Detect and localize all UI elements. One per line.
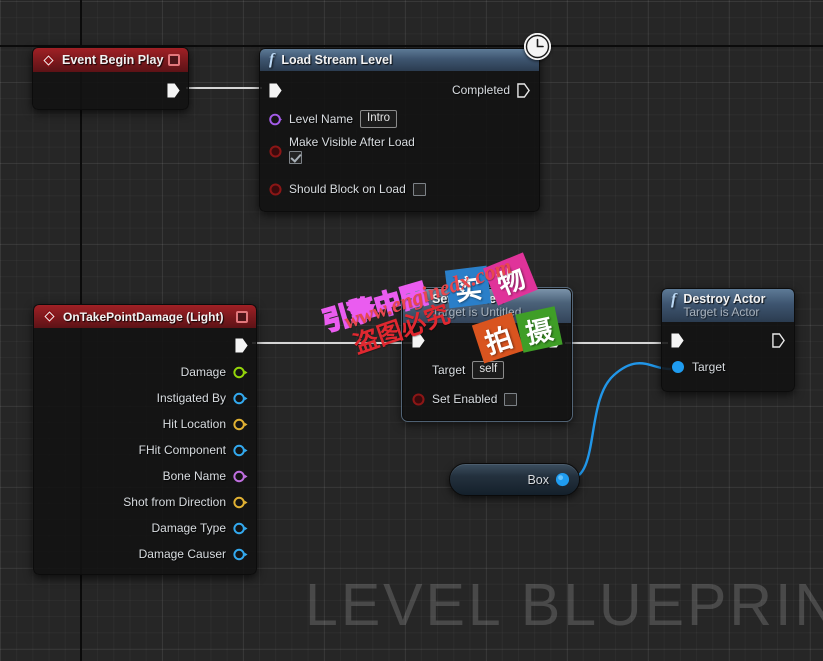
node-set-enabled[interactable]: Set Enabled Target is Untitled Target se… [402, 288, 572, 421]
pin-row-damage[interactable]: Damage [42, 359, 248, 385]
pin-row-exec [671, 329, 785, 351]
exec-out-pin-icon[interactable] [167, 83, 180, 98]
pin-row-bone-name[interactable]: Bone Name [42, 463, 248, 489]
pin-row-exec: Completed [269, 79, 530, 101]
node-body [32, 72, 189, 110]
vector-pin-icon[interactable] [233, 496, 248, 509]
boolean-pin-icon[interactable] [269, 182, 282, 196]
pin-row-instigated-by[interactable]: Instigated By [42, 385, 248, 411]
exec-out-pin-icon[interactable] [517, 82, 530, 98]
node-header: f Destroy Actor Target is Actor [661, 288, 795, 322]
pin-row-should-block[interactable]: Should Block on Load [269, 179, 530, 199]
pin-label: Damage [180, 365, 226, 379]
node-box-variable[interactable]: Box [449, 463, 580, 496]
exec-in-pin-icon[interactable] [671, 333, 684, 348]
event-diamond-icon [42, 53, 55, 67]
boolean-pin-icon[interactable] [269, 145, 282, 158]
object-pin-icon[interactable] [555, 472, 570, 487]
pin-row-level-name[interactable]: Level Name Intro [269, 109, 530, 129]
pin-row-exec-out[interactable] [167, 80, 180, 100]
pin-row-shot-from-direction[interactable]: Shot from Direction [42, 489, 248, 515]
pin-label: Bone Name [162, 469, 226, 483]
pin-row-exec-out[interactable] [42, 334, 248, 356]
pin-label-make-visible: Make Visible After Load [289, 135, 415, 149]
pin-row-target[interactable]: Target self [412, 360, 562, 380]
node-header: Set Enabled Target is Untitled [402, 288, 572, 323]
pin-label: Instigated By [156, 391, 226, 405]
node-title: Set Enabled [432, 292, 504, 306]
exec-out-pin-icon[interactable] [772, 332, 785, 348]
name-pin-icon[interactable] [269, 113, 282, 126]
node-title: OnTakePointDamage (Light) [63, 309, 224, 324]
pin-row-hit-location[interactable]: Hit Location [42, 411, 248, 437]
pin-row-make-visible[interactable]: Make Visible After Load [269, 135, 530, 171]
pin-label-target: Target [692, 360, 726, 374]
pin-row-set-enabled[interactable]: Set Enabled [412, 389, 562, 409]
node-on-take-point-damage[interactable]: OnTakePointDamage (Light) Damage Instigat… [33, 304, 257, 575]
object-pin-icon[interactable] [233, 548, 248, 561]
vector-pin-icon[interactable] [233, 418, 248, 431]
pin-label-level-name: Level Name [289, 112, 354, 126]
wire-box-to-destroyactor-target [568, 362, 672, 481]
exec-out-pin-icon[interactable] [549, 333, 562, 348]
object-pin-icon[interactable] [233, 522, 248, 535]
function-f-icon: f [269, 51, 275, 68]
object-pin-icon[interactable] [233, 444, 248, 457]
node-body: Damage Instigated By Hit Location FHit Comp… [33, 328, 257, 575]
boolean-pin-icon[interactable] [412, 392, 425, 406]
set-enabled-checkbox[interactable] [504, 392, 518, 406]
exec-in-pin-icon[interactable] [412, 333, 425, 348]
object-pin-icon[interactable] [671, 360, 685, 374]
pin-row-fhit-component[interactable]: FHit Component [42, 437, 248, 463]
node-title: Load Stream Level [281, 52, 393, 67]
name-pin-icon[interactable] [233, 470, 248, 483]
pin-row-target[interactable]: Target [671, 357, 785, 377]
output-pin-list: Damage Instigated By Hit Location FHit Comp… [42, 359, 248, 567]
pin-label-set-enabled: Set Enabled [432, 392, 498, 406]
event-diamond-icon [412, 293, 425, 306]
object-pin-icon[interactable] [233, 392, 248, 405]
pin-label-should-block: Should Block on Load [289, 182, 406, 196]
breakpoint-indicator[interactable] [236, 310, 248, 323]
pin-row-damage-type[interactable]: Damage Type [42, 515, 248, 541]
should-block-on-load-checkbox[interactable] [412, 182, 426, 196]
target-value-input[interactable]: self [472, 361, 505, 379]
clock-icon [524, 33, 551, 60]
float-pin-icon[interactable] [233, 366, 248, 379]
node-header: Event Begin Play [32, 47, 189, 72]
pin-label: Hit Location [162, 417, 226, 431]
level-blueprint-watermark: LEVEL BLUEPRINT [305, 572, 823, 638]
pin-label: Damage Type [151, 521, 227, 535]
node-subtitle: Target is Untitled [432, 305, 522, 319]
node-title: Destroy Actor [683, 292, 766, 306]
function-f-icon: f [671, 291, 677, 308]
pin-row-damage-causer[interactable]: Damage Causer [42, 541, 248, 567]
pin-label: FHit Component [138, 443, 226, 457]
make-visible-after-load-checkbox[interactable] [289, 151, 302, 164]
node-header: OnTakePointDamage (Light) [33, 304, 257, 328]
node-body: Target self Set Enabled [402, 323, 572, 421]
node-body: Target [661, 322, 795, 392]
breakpoint-indicator[interactable] [168, 54, 180, 66]
pin-label: Damage Causer [138, 547, 226, 561]
exec-out-pin-icon[interactable] [235, 338, 248, 353]
pin-label-target: Target [432, 363, 466, 377]
node-event-begin-play[interactable]: Event Begin Play [32, 47, 189, 110]
pin-label: Shot from Direction [123, 495, 226, 509]
pin-label-completed: Completed [451, 83, 510, 97]
node-load-stream-level[interactable]: f Load Stream Level Completed Level Name… [259, 48, 540, 212]
pin-row-exec [412, 329, 562, 351]
blueprint-graph-canvas[interactable]: Event Begin Play f Load Stream Level Com… [0, 0, 823, 661]
level-name-value-input[interactable]: Intro [360, 110, 398, 128]
node-title: Event Begin Play [62, 53, 164, 67]
event-diamond-icon [43, 310, 56, 323]
node-body: Completed Level Name Intro Make Visible … [259, 71, 540, 212]
node-subtitle: Target is Actor [683, 305, 760, 319]
exec-in-pin-icon[interactable] [269, 83, 282, 98]
node-header: f Load Stream Level [259, 48, 540, 71]
variable-label-box: Box [527, 472, 549, 487]
node-destroy-actor[interactable]: f Destroy Actor Target is Actor Target [661, 288, 795, 392]
